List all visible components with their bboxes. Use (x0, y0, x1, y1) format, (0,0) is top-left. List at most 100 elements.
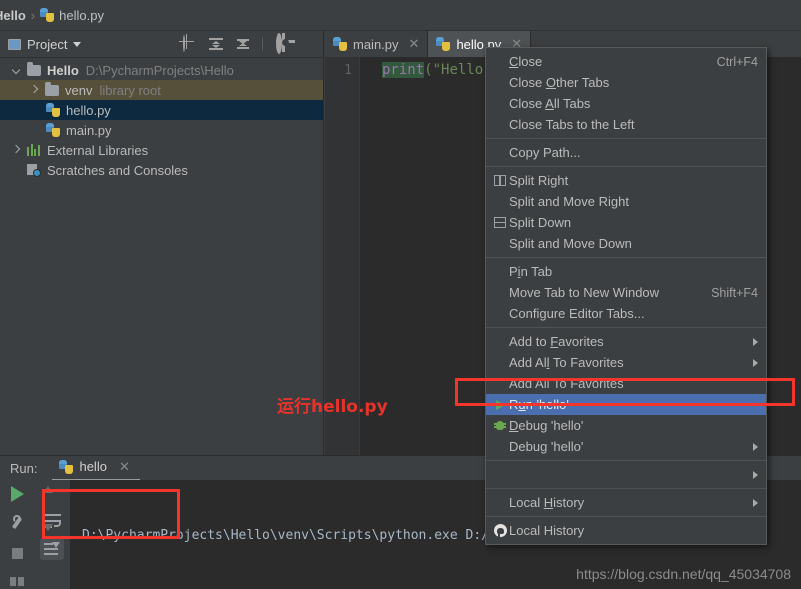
menu-item-move-tab-to-new-window[interactable]: Move Tab to New Window Shift+F4 (486, 282, 766, 303)
menu-item-split-right[interactable]: Split Right (486, 170, 766, 191)
rerun-icon[interactable] (10, 486, 24, 502)
stop-icon[interactable] (11, 548, 23, 559)
python-file-icon (333, 37, 347, 51)
pin-icon[interactable] (10, 577, 24, 586)
menu-item-label: Split and Move Right (509, 194, 629, 209)
submenu-arrow-icon (753, 442, 758, 451)
close-icon[interactable]: ✕ (409, 36, 420, 52)
tree-label: Scratches and Consoles (47, 162, 188, 178)
menu-separator (486, 516, 766, 517)
menu-separator (486, 257, 766, 258)
tree-label: venv (65, 82, 93, 98)
minimize-icon[interactable] (301, 36, 317, 52)
python-file-icon (46, 103, 60, 117)
annotation-run-hello: 运行hello.py (277, 397, 388, 417)
project-panel-toolbar (181, 33, 317, 54)
menu-item-debug-hello[interactable]: Debug 'hello' (486, 415, 766, 436)
line-number: 1 (344, 63, 352, 78)
tree-row-scratches[interactable]: Scratches and Consoles (0, 160, 323, 180)
project-tree: Hello D:\PycharmProjects\Hello venv libr… (0, 58, 323, 180)
editor-tab-context-menu: Close Ctrl+F4 Close Other Tabs Close All… (485, 47, 767, 545)
menu-item-label: Close Tabs to the Left (509, 117, 635, 132)
tree-detail: library root (99, 82, 161, 98)
menu-item-label: Close (509, 54, 543, 69)
menu-item-label: Local History (509, 495, 585, 510)
menu-item-shortcut: Shift+F4 (711, 285, 758, 300)
breadcrumb-project[interactable]: Hello (0, 8, 26, 23)
python-file-icon (40, 8, 55, 22)
python-file-icon (436, 37, 451, 51)
menu-item-split-and-move-right[interactable]: Split and Move Right (486, 191, 766, 212)
gear-icon[interactable] (274, 33, 290, 54)
annotation-box-run-menu (455, 378, 795, 406)
menu-item-shortcut: Ctrl+F4 (716, 54, 758, 69)
menu-separator (486, 138, 766, 139)
project-panel-title-group[interactable]: Project (8, 36, 82, 52)
github-icon (491, 524, 509, 537)
submenu-arrow-icon (753, 470, 758, 479)
menu-item-pin-tab[interactable]: Pin Tab (486, 261, 766, 282)
menu-item-label: Debug 'hello' (509, 439, 584, 454)
menu-item-local-history[interactable]: Local History (486, 492, 766, 513)
debug-icon (491, 420, 509, 431)
menu-item-close-all-tabs[interactable]: Close All Tabs (486, 93, 766, 114)
chevron-right-icon[interactable] (28, 84, 41, 97)
menu-separator (486, 166, 766, 167)
menu-item-add-all-to-favorites[interactable]: Add All To Favorites (486, 352, 766, 373)
menu-item-create-gist[interactable]: Local History (486, 520, 766, 541)
tree-detail: D:\PycharmProjects\Hello (85, 62, 234, 78)
menu-item-label: Pin Tab (509, 264, 553, 279)
menu-item-label: Add to Favorites (509, 334, 604, 349)
tree-row-hello[interactable]: Hello D:\PycharmProjects\Hello (0, 60, 323, 80)
menu-item-more-run-debug[interactable]: Debug 'hello' (486, 436, 766, 457)
project-panel-header: Project (0, 31, 323, 58)
tab-label: main.py (353, 36, 399, 52)
menu-item-split-down[interactable]: Split Down (486, 212, 766, 233)
menu-separator (486, 488, 766, 489)
chevron-down-icon[interactable] (10, 64, 23, 77)
menu-item-label: Close All Tabs (509, 96, 591, 111)
tree-row-hello-py[interactable]: hello.py (0, 100, 323, 120)
submenu-arrow-icon (753, 358, 758, 367)
menu-item-split-and-move-down[interactable]: Split and Move Down (486, 233, 766, 254)
menu-item-copy-path[interactable]: Copy Path... (486, 142, 766, 163)
run-tab-hello[interactable]: hello ✕ (59, 459, 130, 478)
chevron-right-icon[interactable] (10, 144, 23, 157)
tree-label: Hello (47, 62, 79, 78)
close-icon[interactable]: ✕ (119, 459, 130, 475)
split-vertical-icon (491, 175, 509, 186)
locate-icon[interactable] (181, 35, 197, 52)
tree-label: main.py (66, 122, 112, 138)
menu-item-add-to-favorites[interactable]: Add to Favorites (486, 331, 766, 352)
collapse-all-icon[interactable] (235, 36, 251, 52)
split-horizontal-icon (491, 217, 509, 228)
breadcrumb-file[interactable]: hello.py (59, 8, 104, 23)
watermark: https://blog.csdn.net/qq_45034708 (576, 566, 791, 582)
menu-item-close[interactable]: Close Ctrl+F4 (486, 51, 766, 72)
expand-all-icon[interactable] (208, 36, 224, 52)
chevron-down-icon[interactable] (73, 41, 82, 47)
tree-row-venv[interactable]: venv library root (0, 80, 323, 100)
menu-separator (486, 327, 766, 328)
menu-item-label: Debug 'hello' (509, 418, 584, 433)
code-keyword: print (382, 62, 425, 78)
project-panel-title: Project (27, 36, 68, 52)
run-panel-left-toolbar (0, 480, 35, 589)
tree-row-main-py[interactable]: main.py (0, 120, 323, 140)
toolbar-divider (262, 37, 263, 51)
menu-item-label: Close Other Tabs (509, 75, 610, 90)
python-file-icon (59, 459, 74, 474)
tree-label: External Libraries (47, 142, 149, 158)
menu-item-label: Move Tab to New Window (509, 285, 660, 300)
tab-main-py[interactable]: main.py ✕ (325, 31, 429, 57)
menu-item-close-tabs-to-the-left[interactable]: Close Tabs to the Left (486, 114, 766, 135)
menu-item-label: Split and Move Down (509, 236, 632, 251)
menu-item-open-in[interactable] (486, 464, 766, 485)
menu-item-label: Configure Editor Tabs... (509, 306, 645, 321)
scratches-icon (27, 163, 41, 177)
menu-item-configure-editor-tabs[interactable]: Configure Editor Tabs... (486, 303, 766, 324)
menu-item-close-other-tabs[interactable]: Close Other Tabs (486, 72, 766, 93)
wrench-icon[interactable] (9, 514, 25, 530)
tree-row-external-libraries[interactable]: External Libraries (0, 140, 323, 160)
menu-item-label: Local History (509, 523, 585, 538)
